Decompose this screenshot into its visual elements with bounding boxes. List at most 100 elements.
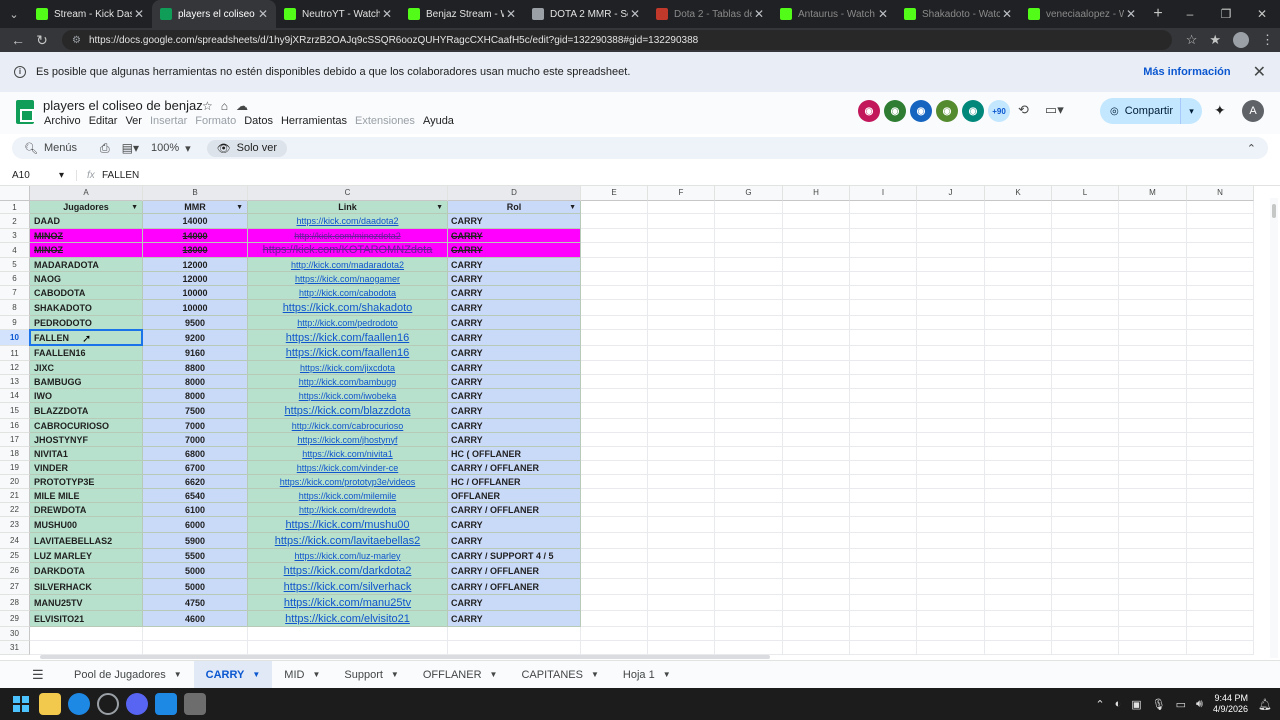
role-cell[interactable]: HC / OFFLANER	[448, 475, 581, 489]
empty-cell[interactable]	[783, 286, 850, 300]
empty-cell[interactable]	[1187, 489, 1254, 503]
link-cell[interactable]: http://kick.com/cabrocurioso	[248, 419, 448, 433]
empty-cell[interactable]	[581, 214, 648, 229]
empty-cell[interactable]	[648, 375, 715, 389]
row-header[interactable]: 2	[0, 214, 30, 229]
empty-cell[interactable]	[985, 300, 1052, 316]
empty-cell[interactable]	[985, 330, 1052, 346]
empty-cell[interactable]	[850, 272, 917, 286]
link-cell[interactable]: https://kick.com/mushu00	[248, 517, 448, 533]
menu-item[interactable]: Formato	[195, 115, 236, 127]
empty-cell[interactable]	[985, 375, 1052, 389]
empty-cell[interactable]	[917, 517, 985, 533]
link-cell[interactable]: https://kick.com/elvisito21	[248, 611, 448, 627]
row-header[interactable]: 19	[0, 461, 30, 475]
menus-search[interactable]: 🔍︎ Menús	[24, 142, 88, 155]
clock[interactable]: 9:44 PM 4/9/2026	[1213, 693, 1248, 715]
row-header[interactable]: 29	[0, 611, 30, 627]
row-header[interactable]: 3	[0, 229, 30, 243]
empty-cell[interactable]	[850, 300, 917, 316]
filter-icon[interactable]: ▼	[131, 204, 138, 211]
empty-cell[interactable]	[850, 475, 917, 489]
empty-cell[interactable]	[581, 461, 648, 475]
row-header[interactable]: 20	[0, 475, 30, 489]
empty-cell[interactable]	[648, 389, 715, 403]
empty-cell[interactable]	[985, 533, 1052, 549]
tab-close-icon[interactable]: ✕	[1124, 7, 1138, 21]
empty-cell[interactable]	[783, 272, 850, 286]
browser-tab[interactable]: Shakadoto - Watch clip✕	[896, 0, 1020, 28]
empty-cell[interactable]	[1052, 375, 1119, 389]
empty-cell[interactable]	[1052, 229, 1119, 243]
browser-tab[interactable]: veneciaalopez - Watch✕	[1020, 0, 1144, 28]
empty-cell[interactable]	[850, 330, 917, 346]
empty-cell[interactable]	[985, 243, 1052, 258]
empty-cell[interactable]	[917, 595, 985, 611]
empty-cell[interactable]	[581, 489, 648, 503]
empty-cell[interactable]	[917, 346, 985, 361]
maximize-icon[interactable]: ❐	[1208, 7, 1244, 21]
link-cell[interactable]: http://kick.com/cabodota	[248, 286, 448, 300]
empty-cell[interactable]	[648, 201, 715, 214]
mmr-cell[interactable]: 5000	[143, 563, 248, 579]
empty-cell[interactable]	[783, 316, 850, 330]
empty-cell[interactable]	[1052, 316, 1119, 330]
empty-cell[interactable]	[248, 641, 448, 655]
empty-cell[interactable]	[850, 595, 917, 611]
empty-cell[interactable]	[581, 316, 648, 330]
empty-cell[interactable]	[783, 489, 850, 503]
volume-icon[interactable]: 🔊︎	[1196, 698, 1203, 711]
empty-cell[interactable]	[715, 447, 783, 461]
sheet-tab[interactable]: MID ▼	[272, 661, 332, 689]
role-cell[interactable]: CARRY	[448, 316, 581, 330]
empty-cell[interactable]	[715, 214, 783, 229]
history-icon[interactable]: ⟲	[1018, 102, 1029, 118]
empty-cell[interactable]	[850, 403, 917, 419]
bookmark-star-icon[interactable]: ☆	[1186, 32, 1198, 48]
empty-cell[interactable]	[30, 641, 143, 655]
sheet-tab[interactable]: OFFLANER ▼	[411, 661, 510, 689]
filter-icon[interactable]: ▼	[436, 204, 443, 211]
empty-cell[interactable]	[1187, 475, 1254, 489]
empty-cell[interactable]	[917, 563, 985, 579]
empty-cell[interactable]	[1119, 433, 1187, 447]
empty-cell[interactable]	[1187, 447, 1254, 461]
mmr-cell[interactable]: 8000	[143, 389, 248, 403]
empty-cell[interactable]	[1052, 533, 1119, 549]
empty-cell[interactable]	[783, 361, 850, 375]
empty-cell[interactable]	[581, 300, 648, 316]
empty-cell[interactable]	[715, 641, 783, 655]
table-header[interactable]: Jugadores ▼	[30, 201, 143, 214]
tab-search-icon[interactable]: ⌄	[0, 0, 28, 28]
reload-icon[interactable]: ↻	[30, 32, 54, 49]
link-cell[interactable]: https://kick.com/milemile	[248, 489, 448, 503]
tab-close-icon[interactable]: ✕	[504, 7, 518, 21]
empty-cell[interactable]	[715, 389, 783, 403]
mmr-cell[interactable]: 7500	[143, 403, 248, 419]
more-collaborators-badge[interactable]: +90	[988, 100, 1010, 122]
table-header[interactable]: Rol ▼	[448, 201, 581, 214]
empty-cell[interactable]	[1187, 272, 1254, 286]
cloud-status-icon[interactable]: ☁	[236, 99, 248, 113]
empty-cell[interactable]	[1187, 361, 1254, 375]
empty-cell[interactable]	[715, 563, 783, 579]
file-explorer-icon[interactable]	[39, 693, 61, 715]
empty-cell[interactable]	[715, 475, 783, 489]
menu-item[interactable]: Archivo	[44, 115, 81, 127]
nvidia-icon[interactable]: ▣	[1131, 698, 1141, 711]
player-name-cell[interactable]: BLAZZDOTA	[30, 403, 143, 419]
empty-cell[interactable]	[917, 641, 985, 655]
row-header[interactable]: 13	[0, 375, 30, 389]
network-icon[interactable]: ▭	[1176, 698, 1186, 711]
menu-item[interactable]: Editar	[89, 115, 118, 127]
mmr-cell[interactable]: 7000	[143, 433, 248, 447]
empty-cell[interactable]	[917, 489, 985, 503]
tab-close-icon[interactable]: ✕	[256, 7, 270, 21]
empty-cell[interactable]	[917, 627, 985, 641]
empty-cell[interactable]	[917, 316, 985, 330]
mic-icon[interactable]: 🎙︎	[1152, 698, 1166, 711]
empty-cell[interactable]	[985, 627, 1052, 641]
empty-cell[interactable]	[917, 611, 985, 627]
empty-cell[interactable]	[1119, 641, 1187, 655]
empty-cell[interactable]	[581, 272, 648, 286]
